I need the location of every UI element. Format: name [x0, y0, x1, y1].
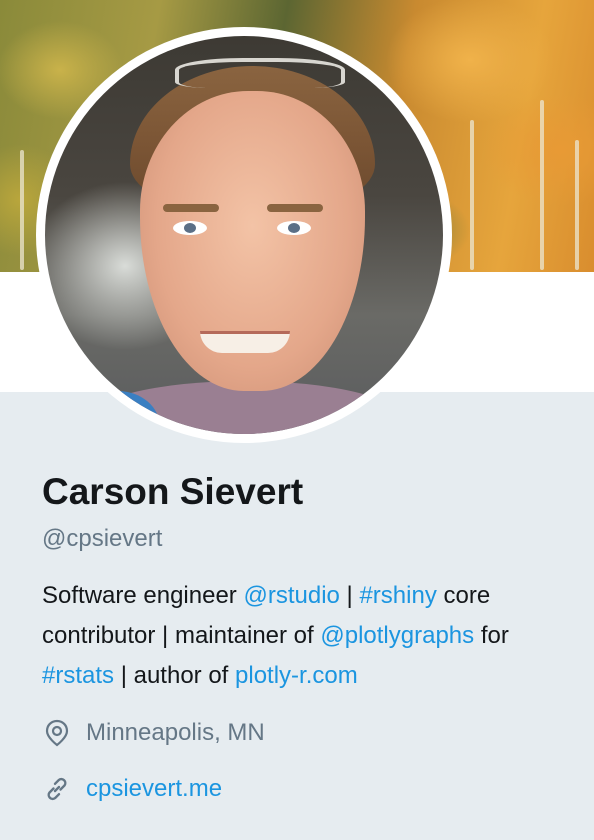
- avatar-brow-left: [163, 204, 219, 212]
- avatar-sunglasses: [175, 58, 345, 88]
- mention-link-plotlygraphs[interactable]: @plotlygraphs: [320, 622, 474, 649]
- profile-card: Carson Sievert @cpsievert Software engin…: [42, 470, 572, 804]
- banner-tree-trunk: [470, 120, 474, 270]
- link-icon: [42, 774, 72, 804]
- avatar-eye-left: [173, 221, 207, 235]
- bio-text: for: [474, 622, 509, 649]
- bio-url-link[interactable]: plotly-r.com: [235, 662, 358, 689]
- banner-tree-trunk: [20, 150, 24, 270]
- banner-tree-trunk: [540, 100, 544, 270]
- avatar-smile: [200, 331, 290, 353]
- hashtag-link-rshiny[interactable]: #rshiny: [359, 582, 436, 609]
- profile-website: cpsievert.me: [42, 774, 572, 804]
- avatar-photo: [45, 36, 443, 434]
- map-pin-icon: [42, 718, 72, 748]
- profile-bio: Software engineer @rstudio | #rshiny cor…: [42, 576, 572, 696]
- location-text: Minneapolis, MN: [86, 719, 265, 746]
- hashtag-link-rstats[interactable]: #rstats: [42, 662, 114, 689]
- banner-tree-trunk: [575, 140, 579, 270]
- bio-text: Software engineer: [42, 582, 244, 609]
- profile-name[interactable]: Carson Sievert: [42, 470, 572, 514]
- profile-handle[interactable]: @cpsievert: [42, 524, 572, 554]
- profile-location: Minneapolis, MN: [42, 718, 572, 748]
- bio-text: |: [339, 582, 360, 609]
- bio-text: | author of: [114, 662, 236, 689]
- avatar-eye-right: [277, 221, 311, 235]
- mention-link-rstudio[interactable]: @rstudio: [243, 582, 339, 609]
- profile-avatar[interactable]: [36, 27, 452, 443]
- website-link[interactable]: cpsievert.me: [86, 774, 222, 804]
- avatar-brow-right: [267, 204, 323, 212]
